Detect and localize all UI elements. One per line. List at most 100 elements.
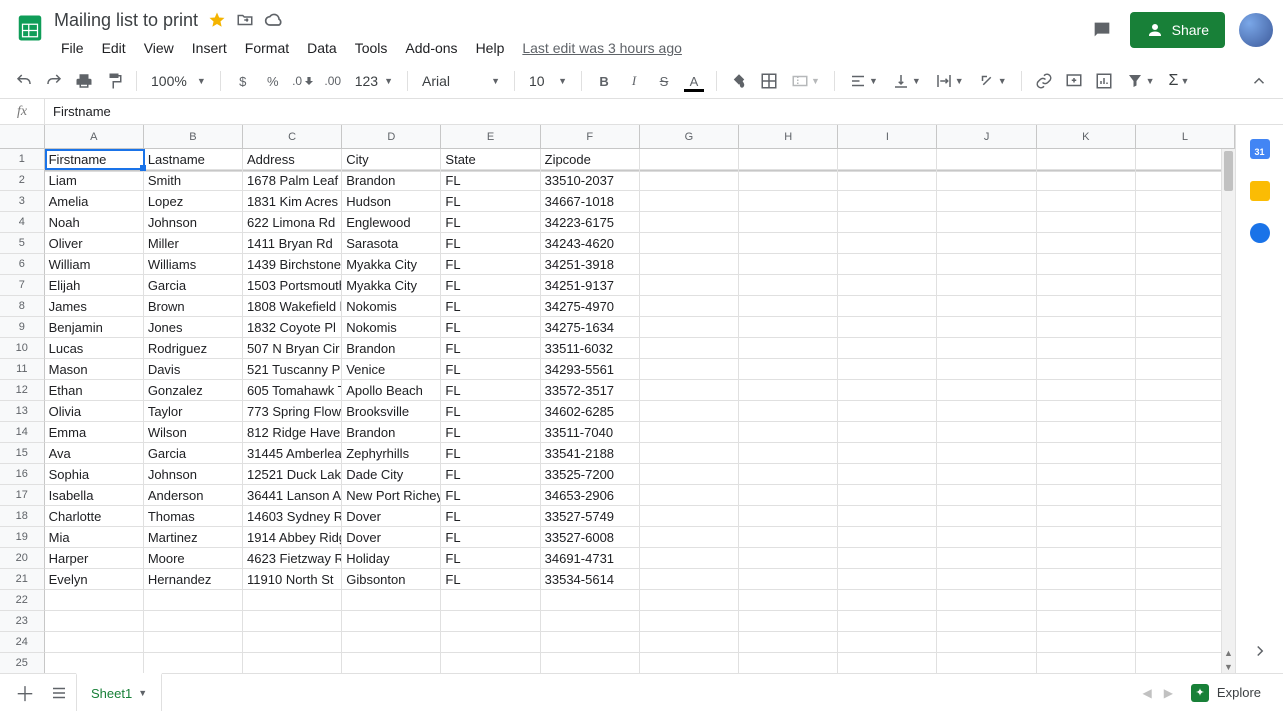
cell[interactable]: Sarasota [342, 233, 441, 254]
cell[interactable] [739, 443, 838, 464]
cell[interactable] [1037, 653, 1136, 673]
cell[interactable]: Martinez [144, 527, 243, 548]
cell[interactable]: Charlotte [45, 506, 144, 527]
cell[interactable] [838, 422, 937, 443]
insert-chart-button[interactable] [1090, 68, 1118, 94]
cell[interactable]: FL [441, 191, 540, 212]
column-header-J[interactable]: J [937, 125, 1036, 148]
row-header[interactable]: 5 [0, 233, 45, 254]
cell[interactable] [937, 569, 1036, 590]
cell[interactable]: Evelyn [45, 569, 144, 590]
cell[interactable] [640, 590, 739, 611]
cell[interactable]: FL [441, 401, 540, 422]
cell[interactable]: Liam [45, 170, 144, 191]
cell[interactable]: Holiday [342, 548, 441, 569]
cell[interactable] [739, 254, 838, 275]
cell[interactable] [937, 653, 1036, 673]
sheet-tab-sheet1[interactable]: Sheet1 ▼ [76, 673, 162, 711]
font-size-dropdown[interactable]: 10▼ [523, 68, 573, 94]
cell[interactable]: 1914 Abbey Ridg [243, 527, 342, 548]
cell[interactable] [640, 485, 739, 506]
menu-view[interactable]: View [137, 36, 181, 60]
menu-addons[interactable]: Add-ons [398, 36, 464, 60]
cell[interactable] [1037, 548, 1136, 569]
account-avatar[interactable] [1239, 13, 1273, 47]
cell[interactable]: 33511-7040 [541, 422, 640, 443]
cell[interactable] [640, 359, 739, 380]
cell[interactable]: Benjamin [45, 317, 144, 338]
cell[interactable] [640, 464, 739, 485]
cell[interactable]: Nokomis [342, 317, 441, 338]
increase-decimal-button[interactable]: .00 [319, 68, 347, 94]
cell[interactable]: 34251-9137 [541, 275, 640, 296]
cell[interactable]: Smith [144, 170, 243, 191]
cell[interactable] [1037, 338, 1136, 359]
cell[interactable] [640, 254, 739, 275]
cell[interactable] [1037, 464, 1136, 485]
paint-format-button[interactable] [100, 68, 128, 94]
cloud-status-icon[interactable] [264, 10, 284, 30]
cell[interactable] [739, 590, 838, 611]
row-header[interactable]: 6 [0, 254, 45, 275]
cell[interactable]: Apollo Beach [342, 380, 441, 401]
cell[interactable]: Englewood [342, 212, 441, 233]
cell[interactable] [937, 464, 1036, 485]
cell[interactable]: Johnson [144, 464, 243, 485]
cell[interactable]: Hernandez [144, 569, 243, 590]
cell[interactable]: City [342, 149, 441, 170]
cell[interactable] [739, 611, 838, 632]
cell[interactable]: FL [441, 338, 540, 359]
text-color-button[interactable]: A [680, 68, 708, 94]
row-header[interactable]: 19 [0, 527, 45, 548]
cell[interactable] [838, 149, 937, 170]
row-header[interactable]: 20 [0, 548, 45, 569]
cell[interactable] [1037, 569, 1136, 590]
functions-button[interactable]: Σ▼ [1163, 68, 1196, 94]
cell[interactable]: Elijah [45, 275, 144, 296]
cell[interactable] [838, 170, 937, 191]
cell[interactable] [739, 527, 838, 548]
row-header[interactable]: 22 [0, 590, 45, 611]
vertical-scrollbar[interactable]: ▲ ▼ [1221, 149, 1235, 673]
cell[interactable] [640, 380, 739, 401]
collapse-toolbar-button[interactable] [1245, 68, 1273, 94]
scroll-tabs-right[interactable]: ▶ [1160, 682, 1177, 704]
cell[interactable] [640, 233, 739, 254]
cell[interactable]: 1503 Portsmouth [243, 275, 342, 296]
merge-cells-button[interactable]: ▼ [785, 68, 826, 94]
cell[interactable] [1037, 422, 1136, 443]
cell[interactable] [937, 170, 1036, 191]
cell[interactable]: 1439 Birchstone [243, 254, 342, 275]
cell[interactable]: FL [441, 170, 540, 191]
fill-color-button[interactable] [725, 68, 753, 94]
cell[interactable] [1037, 443, 1136, 464]
cell[interactable]: Harper [45, 548, 144, 569]
cell[interactable] [739, 569, 838, 590]
cell[interactable]: FL [441, 506, 540, 527]
cell[interactable]: Noah [45, 212, 144, 233]
sheet-tab-menu-icon[interactable]: ▼ [138, 688, 147, 698]
cell[interactable] [937, 149, 1036, 170]
cell[interactable] [937, 296, 1036, 317]
cell[interactable] [838, 506, 937, 527]
cell[interactable] [640, 296, 739, 317]
column-header-H[interactable]: H [739, 125, 838, 148]
cell[interactable]: 605 Tomahawk T [243, 380, 342, 401]
cell[interactable]: FL [441, 548, 540, 569]
cell[interactable] [640, 548, 739, 569]
column-header-E[interactable]: E [441, 125, 540, 148]
cell[interactable]: FL [441, 422, 540, 443]
row-header[interactable]: 14 [0, 422, 45, 443]
cell[interactable] [838, 296, 937, 317]
cell[interactable] [243, 653, 342, 673]
cell[interactable] [739, 170, 838, 191]
format-percent-button[interactable]: % [259, 68, 287, 94]
cell[interactable]: 33541-2188 [541, 443, 640, 464]
row-header[interactable]: 12 [0, 380, 45, 401]
row-header[interactable]: 21 [0, 569, 45, 590]
cell[interactable] [739, 632, 838, 653]
cell[interactable]: Brandon [342, 170, 441, 191]
filter-button[interactable]: ▼ [1120, 68, 1161, 94]
column-header-G[interactable]: G [640, 125, 739, 148]
menu-data[interactable]: Data [300, 36, 344, 60]
